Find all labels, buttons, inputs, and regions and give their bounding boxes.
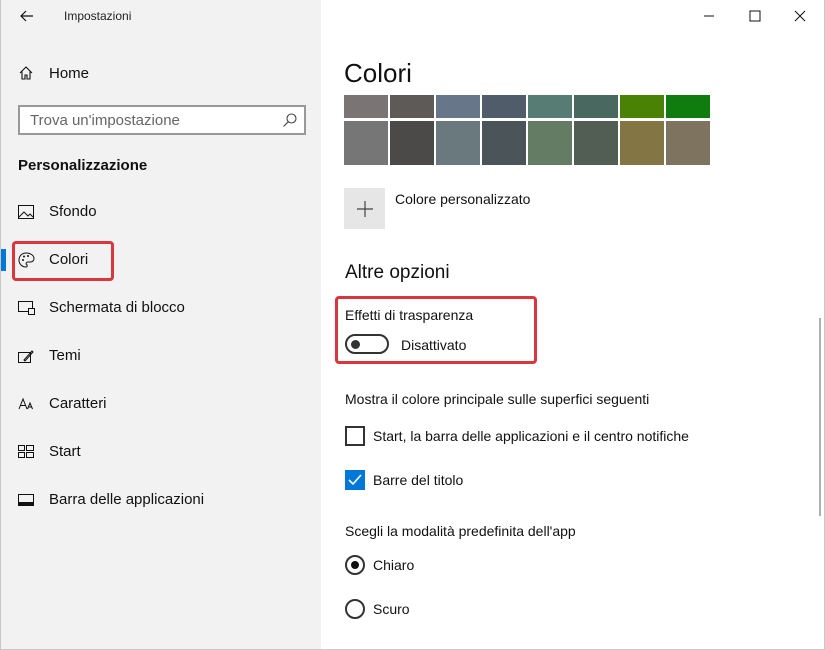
section-title: Personalizzazione	[18, 157, 148, 174]
color-swatch[interactable]	[666, 95, 710, 118]
custom-color-label[interactable]: Colore personalizzato	[395, 191, 530, 207]
other-options-heading: Altre opzioni	[345, 262, 450, 283]
scrollbar[interactable]	[819, 318, 821, 516]
color-swatch[interactable]	[666, 121, 710, 165]
fonts-icon	[17, 395, 35, 413]
sidebar-item-label: Barra delle applicazioni	[49, 491, 205, 508]
minimize-icon	[704, 15, 714, 17]
close-button[interactable]	[788, 4, 812, 28]
color-swatch[interactable]	[574, 121, 618, 165]
taskbar-icon	[17, 491, 35, 509]
dark-mode-label[interactable]: Scuro	[373, 601, 410, 617]
search-box[interactable]	[18, 105, 306, 135]
color-swatch[interactable]	[620, 95, 664, 118]
start-taskbar-checkbox[interactable]	[345, 426, 365, 446]
themes-icon	[17, 347, 35, 365]
nav-home-label: Home	[49, 64, 90, 82]
color-swatch[interactable]	[574, 95, 618, 118]
color-swatch[interactable]	[528, 121, 572, 165]
color-swatch[interactable]	[390, 121, 434, 165]
sidebar-item-label: Sfondo	[49, 203, 97, 220]
dark-mode-radio[interactable]	[345, 599, 365, 619]
plus-icon	[356, 200, 373, 217]
page-title: Colori	[344, 58, 412, 88]
color-swatch[interactable]	[436, 95, 480, 118]
title-bars-checkbox[interactable]	[345, 470, 365, 490]
close-icon	[794, 10, 806, 22]
radio-selected-dot	[351, 561, 359, 569]
lock-screen-icon	[17, 299, 35, 317]
nav-home[interactable]: Home	[1, 56, 322, 90]
accent-surfaces-label: Mostra il colore principale sulle superf…	[345, 391, 650, 407]
maximize-button[interactable]	[743, 4, 767, 28]
light-mode-label[interactable]: Chiaro	[373, 557, 414, 573]
sidebar-item-caratteri[interactable]: Caratteri	[1, 384, 322, 424]
sidebar-item-label: Caratteri	[49, 395, 107, 412]
transparency-label: Effetti di trasparenza	[345, 307, 474, 323]
transparency-state-label: Disattivato	[401, 337, 467, 353]
search-icon[interactable]	[282, 112, 298, 128]
color-swatch[interactable]	[482, 95, 526, 118]
sidebar-item-label: Temi	[49, 347, 81, 364]
highlight-box-colori	[12, 241, 114, 281]
sidebar-item-schermata-di-blocco[interactable]: Schermata di blocco	[1, 288, 322, 328]
color-swatch[interactable]	[344, 95, 388, 118]
checkmark-icon	[348, 474, 362, 486]
app-title: Impostazioni	[64, 9, 132, 23]
back-button[interactable]	[15, 4, 39, 28]
navigation-pane: Impostazioni Home Personalizzazione Sfon…	[0, 0, 321, 650]
toggle-knob	[351, 340, 360, 349]
search-input[interactable]	[20, 107, 270, 133]
color-swatch[interactable]	[390, 95, 434, 118]
start-taskbar-checkbox-label[interactable]: Start, la barra delle applicazioni e il …	[373, 428, 689, 444]
light-mode-radio[interactable]	[345, 555, 365, 575]
color-swatch[interactable]	[344, 121, 388, 165]
custom-color-button[interactable]	[344, 188, 385, 229]
color-swatch-grid	[344, 95, 712, 167]
maximize-icon	[749, 10, 761, 22]
color-swatch[interactable]	[482, 121, 526, 165]
start-icon	[17, 443, 35, 461]
content-pane: Colori Colore personalizzato Altre opzio…	[321, 0, 825, 650]
title-bars-checkbox-label[interactable]: Barre del titolo	[373, 472, 463, 488]
home-icon	[17, 64, 35, 82]
sidebar-item-label: Start	[49, 443, 81, 460]
color-swatch[interactable]	[620, 121, 664, 165]
sidebar-item-barra-delle-applicazioni[interactable]: Barra delle applicazioni	[1, 480, 322, 520]
minimize-button[interactable]	[697, 4, 721, 28]
sidebar-item-label: Schermata di blocco	[49, 299, 185, 316]
color-swatch[interactable]	[528, 95, 572, 118]
picture-icon	[17, 203, 35, 221]
sidebar-item-sfondo[interactable]: Sfondo	[1, 192, 322, 232]
app-mode-label: Scegli la modalità predefinita dell'app	[345, 523, 576, 539]
color-swatch[interactable]	[436, 121, 480, 165]
sidebar-item-temi[interactable]: Temi	[1, 336, 322, 376]
back-arrow-icon	[20, 10, 33, 22]
sidebar-item-start[interactable]: Start	[1, 432, 322, 472]
transparency-toggle[interactable]	[345, 334, 389, 354]
